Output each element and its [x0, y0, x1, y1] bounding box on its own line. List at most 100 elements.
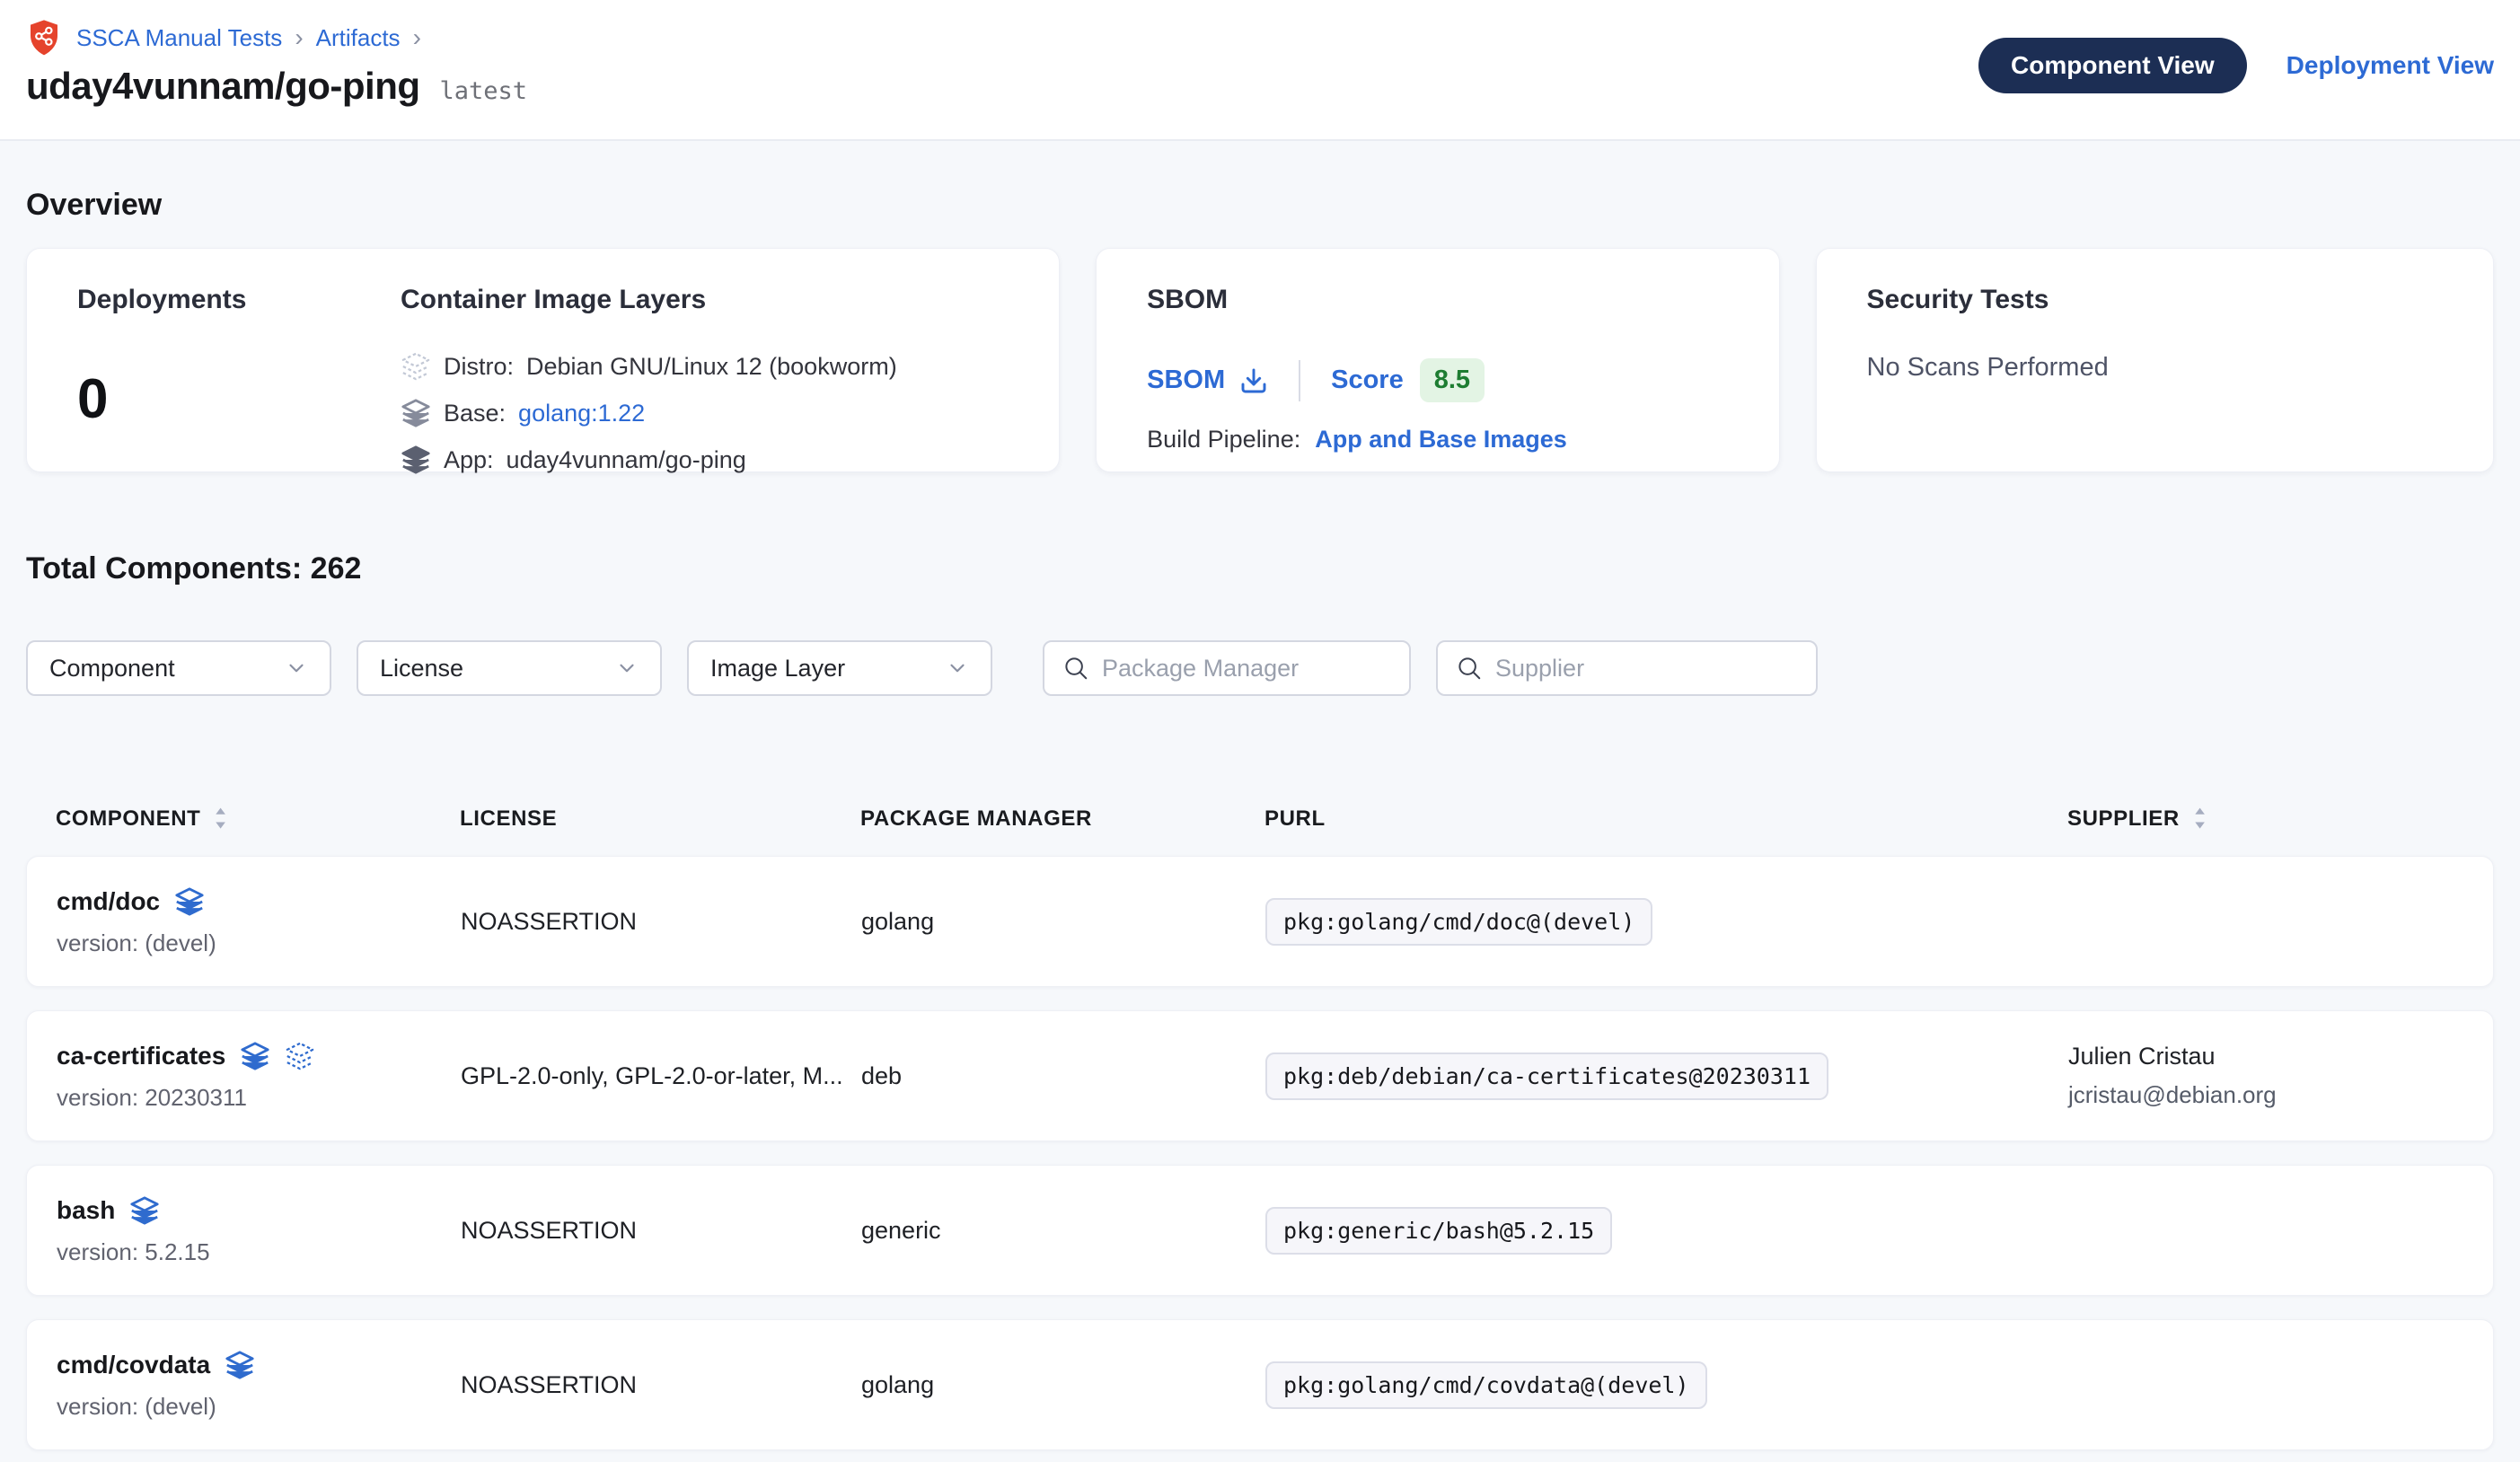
divider: [1299, 360, 1300, 401]
search-icon: [1062, 655, 1089, 682]
deployments-layers-card: Deployments 0 Container Image Layers Dis…: [26, 248, 1060, 472]
image-layers-title: Container Image Layers: [401, 285, 897, 315]
component-version: version: 5.2.15: [57, 1238, 461, 1266]
package-manager-cell: golang: [861, 1371, 1265, 1399]
sbom-download-label: SBOM: [1147, 366, 1225, 395]
security-tests-card: Security Tests No Scans Performed: [1816, 248, 2494, 472]
purl-chip[interactable]: pkg:golang/cmd/doc@(devel): [1265, 898, 1652, 946]
purl-header-label: PURL: [1264, 806, 1326, 832]
license-cell: NOASSERTION: [461, 1371, 861, 1399]
build-pipeline-link[interactable]: App and Base Images: [1315, 426, 1567, 454]
sbom-download-link[interactable]: SBOM: [1147, 366, 1268, 395]
filters-row: Component License Image Layer: [26, 640, 2494, 696]
app-label: App:: [444, 446, 494, 474]
deployment-view-link[interactable]: Deployment View: [2287, 51, 2494, 80]
image-layer-filter-dropdown[interactable]: Image Layer: [687, 640, 992, 696]
breadcrumb-separator: ›: [411, 23, 423, 52]
artifact-tag: latest: [440, 77, 528, 105]
license-filter-label: License: [380, 655, 463, 683]
breadcrumb-separator: ›: [293, 23, 304, 52]
sort-icon[interactable]: [2190, 806, 2210, 832]
layers-half-icon: [401, 398, 431, 428]
supplier-header-label: SUPPLIER: [2067, 806, 2180, 832]
supplier-name: Julien Cristau: [2068, 1043, 2463, 1070]
component-name: ca-certificates: [57, 1042, 225, 1070]
license-cell: NOASSERTION: [461, 908, 861, 936]
chevron-down-icon: [946, 656, 969, 680]
layers-dashed-icon: [401, 351, 431, 382]
breadcrumb-link-project[interactable]: SSCA Manual Tests: [76, 24, 282, 52]
license-filter-dropdown[interactable]: License: [357, 640, 662, 696]
breadcrumb-link-artifacts[interactable]: Artifacts: [316, 24, 401, 52]
layer-badge-dashed-icon: [285, 1041, 315, 1071]
breadcrumb: SSCA Manual Tests › Artifacts ›: [26, 18, 527, 57]
page-title: uday4vunnam/go-ping: [26, 65, 420, 108]
distro-value: Debian GNU/Linux 12 (bookworm): [526, 353, 897, 381]
table-row[interactable]: ca-certificates version: 20230311 GPL-2.…: [26, 1010, 2494, 1141]
column-header-supplier[interactable]: SUPPLIER: [2067, 806, 2464, 832]
layer-badge-icon: [174, 886, 205, 917]
layer-row-distro: Distro: Debian GNU/Linux 12 (bookworm): [401, 351, 897, 382]
component-name: bash: [57, 1196, 115, 1225]
table-row[interactable]: cmd/doc version: (devel) NOASSERTION gol…: [26, 856, 2494, 987]
supplier-search-input[interactable]: [1495, 655, 1798, 683]
component-name: cmd/covdata: [57, 1351, 210, 1379]
component-name: cmd/doc: [57, 887, 160, 916]
sbom-title: SBOM: [1147, 285, 1728, 315]
license-cell: NOASSERTION: [461, 1217, 861, 1245]
download-icon: [1239, 366, 1268, 395]
purl-chip[interactable]: pkg:generic/bash@5.2.15: [1265, 1207, 1612, 1255]
component-filter-dropdown[interactable]: Component: [26, 640, 331, 696]
layer-badge-icon: [240, 1041, 270, 1071]
purl-chip[interactable]: pkg:deb/debian/ca-certificates@20230311: [1265, 1052, 1828, 1100]
component-header-label: COMPONENT: [56, 806, 200, 832]
license-header-label: LICENSE: [460, 806, 557, 832]
layer-row-base: Base: golang:1.22: [401, 398, 897, 428]
table-row[interactable]: bash version: 5.2.15 NOASSERTION generic…: [26, 1165, 2494, 1296]
supplier-search: [1436, 640, 1818, 696]
page-header: SSCA Manual Tests › Artifacts › uday4vun…: [0, 0, 2520, 141]
component-filter-label: Component: [49, 655, 175, 683]
package-manager-header-label: PACKAGE MANAGER: [860, 806, 1092, 832]
supplier-email: jcristau@debian.org: [2068, 1081, 2463, 1109]
layer-badge-icon: [129, 1195, 160, 1226]
overview-heading: Overview: [26, 188, 2494, 223]
base-image-link[interactable]: golang:1.22: [518, 400, 645, 427]
score-label: Score: [1331, 366, 1404, 395]
component-version: version: (devel): [57, 929, 461, 957]
column-header-license: LICENSE: [460, 806, 860, 832]
app-value: uday4vunnam/go-ping: [507, 446, 746, 474]
deployments-count: 0: [77, 367, 401, 431]
base-label: Base:: [444, 400, 506, 427]
package-manager-search: [1043, 640, 1411, 696]
ssca-shield-icon: [26, 18, 62, 57]
column-header-purl: PURL: [1264, 806, 2067, 832]
package-manager-search-input[interactable]: [1102, 655, 1391, 683]
image-layer-filter-label: Image Layer: [710, 655, 845, 683]
table-header-row: COMPONENT LICENSE PACKAGE MANAGER PURL S…: [26, 806, 2494, 856]
sort-icon[interactable]: [211, 806, 231, 832]
overview-cards: Deployments 0 Container Image Layers Dis…: [26, 248, 2494, 472]
layer-row-app: App: uday4vunnam/go-ping: [401, 445, 897, 475]
security-tests-title: Security Tests: [1867, 285, 2443, 315]
layer-badge-icon: [225, 1350, 255, 1380]
build-pipeline-label: Build Pipeline:: [1147, 426, 1300, 454]
column-header-component[interactable]: COMPONENT: [56, 806, 460, 832]
package-manager-cell: deb: [861, 1062, 1265, 1090]
layers-filled-icon: [401, 445, 431, 475]
chevron-down-icon: [615, 656, 639, 680]
total-components-heading: Total Components: 262: [26, 551, 2494, 586]
deployments-title: Deployments: [77, 285, 401, 315]
search-icon: [1456, 655, 1483, 682]
package-manager-cell: generic: [861, 1217, 1265, 1245]
table-row[interactable]: cmd/covdata version: (devel) NOASSERTION…: [26, 1319, 2494, 1450]
sbom-card: SBOM SBOM Score 8.5 Build Pipeline: App …: [1096, 248, 1779, 472]
purl-chip[interactable]: pkg:golang/cmd/covdata@(devel): [1265, 1361, 1707, 1409]
license-cell: GPL-2.0-only, GPL-2.0-or-later, M...: [461, 1062, 861, 1090]
distro-label: Distro:: [444, 353, 514, 381]
chevron-down-icon: [285, 656, 308, 680]
component-version: version: 20230311: [57, 1084, 461, 1112]
column-header-package-manager: PACKAGE MANAGER: [860, 806, 1264, 832]
component-view-button[interactable]: Component View: [1978, 38, 2247, 93]
no-scans-message: No Scans Performed: [1867, 353, 2443, 383]
